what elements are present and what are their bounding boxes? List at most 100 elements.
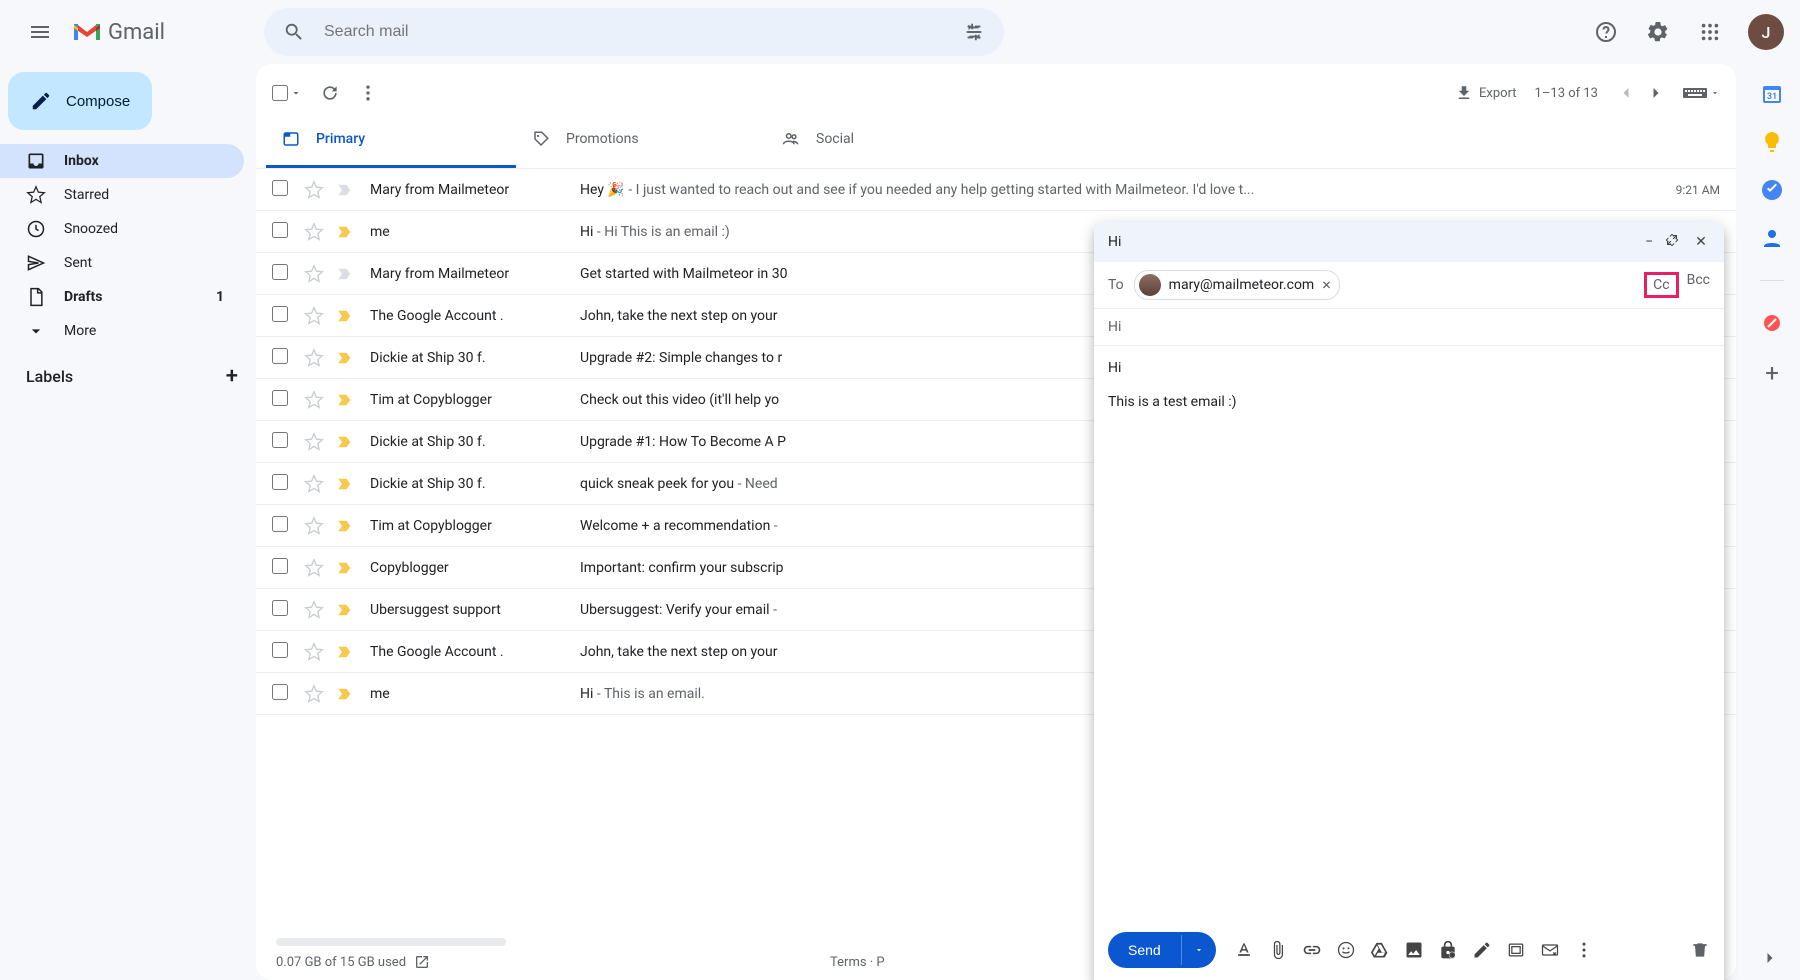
importance-icon[interactable]: [336, 685, 356, 703]
recipient-chip[interactable]: mary@mailmeteor.com ×: [1134, 270, 1340, 300]
input-tools-button[interactable]: [1682, 85, 1720, 101]
mailmeteor-icon[interactable]: [1760, 311, 1784, 335]
keep-icon[interactable]: [1760, 130, 1784, 154]
importance-icon[interactable]: [336, 559, 356, 577]
horizontal-scrollbar[interactable]: [276, 938, 506, 946]
importance-icon[interactable]: [336, 391, 356, 409]
tab-primary[interactable]: Primary: [266, 112, 516, 168]
emoji-icon[interactable]: [1330, 934, 1362, 966]
star-icon[interactable]: [304, 600, 324, 620]
next-page-button[interactable]: [1646, 83, 1666, 103]
discard-draft-icon[interactable]: [1690, 940, 1710, 960]
star-icon[interactable]: [304, 180, 324, 200]
star-icon[interactable]: [304, 558, 324, 578]
cc-button[interactable]: Cc: [1644, 272, 1678, 298]
star-icon[interactable]: [304, 222, 324, 242]
importance-icon[interactable]: [336, 433, 356, 451]
compose-header[interactable]: Hi − ✕: [1094, 222, 1724, 262]
importance-icon[interactable]: [336, 307, 356, 325]
compose-body[interactable]: Hi This is a test email :): [1094, 346, 1724, 920]
row-checkbox[interactable]: [272, 222, 292, 242]
compose-subject[interactable]: Hi: [1094, 309, 1724, 346]
star-icon[interactable]: [304, 306, 324, 326]
importance-icon[interactable]: [336, 223, 356, 241]
select-all[interactable]: [272, 85, 302, 101]
expand-panel-icon[interactable]: [1760, 948, 1780, 968]
footer-links[interactable]: Terms · P: [830, 955, 885, 970]
star-icon[interactable]: [304, 432, 324, 452]
row-checkbox[interactable]: [272, 432, 292, 452]
select-all-checkbox[interactable]: [272, 85, 288, 101]
minimize-icon[interactable]: −: [1640, 234, 1658, 250]
settings-icon[interactable]: [1636, 10, 1680, 54]
tab-social[interactable]: Social: [766, 112, 1016, 168]
star-icon[interactable]: [304, 390, 324, 410]
importance-icon[interactable]: [336, 601, 356, 619]
remove-recipient-icon[interactable]: ×: [1322, 277, 1331, 293]
importance-icon[interactable]: [336, 349, 356, 367]
main-menu-button[interactable]: [16, 8, 64, 56]
send-button[interactable]: Send: [1108, 932, 1181, 968]
star-icon[interactable]: [304, 684, 324, 704]
mailmeteor-compose-icon[interactable]: [1534, 934, 1566, 966]
compose-to-row[interactable]: To mary@mailmeteor.com × Cc Bcc: [1094, 262, 1724, 309]
fullscreen-icon[interactable]: [1666, 234, 1684, 250]
row-checkbox[interactable]: [272, 600, 292, 620]
row-checkbox[interactable]: [272, 642, 292, 662]
email-row[interactable]: Mary from Mailmeteor Hey 🎉 - I just want…: [256, 169, 1736, 211]
gmail-logo[interactable]: Gmail: [72, 20, 165, 45]
row-checkbox[interactable]: [272, 180, 292, 200]
row-checkbox[interactable]: [272, 390, 292, 410]
search-bar[interactable]: [264, 8, 1004, 56]
more-actions-button[interactable]: [358, 83, 378, 103]
search-options-icon[interactable]: [952, 10, 996, 54]
row-checkbox[interactable]: [272, 684, 292, 704]
caret-down-icon[interactable]: [290, 87, 302, 99]
star-icon[interactable]: [304, 516, 324, 536]
compose-button[interactable]: Compose: [8, 72, 152, 130]
more-compose-icon[interactable]: [1568, 934, 1600, 966]
sidebar-item-sent[interactable]: Sent: [0, 246, 244, 280]
row-checkbox[interactable]: [272, 306, 292, 326]
star-icon[interactable]: [304, 348, 324, 368]
importance-icon[interactable]: [336, 643, 356, 661]
storage-link-icon[interactable]: [414, 954, 430, 970]
send-options-button[interactable]: [1181, 935, 1216, 965]
apps-icon[interactable]: [1688, 10, 1732, 54]
add-label-button[interactable]: +: [226, 364, 238, 389]
star-icon[interactable]: [304, 642, 324, 662]
bcc-button[interactable]: Bcc: [1687, 272, 1710, 298]
row-checkbox[interactable]: [272, 516, 292, 536]
attach-icon[interactable]: [1262, 934, 1294, 966]
account-avatar[interactable]: J: [1748, 14, 1784, 50]
star-icon[interactable]: [304, 264, 324, 284]
sidebar-item-snoozed[interactable]: Snoozed: [0, 212, 244, 246]
add-addon-icon[interactable]: +: [1760, 359, 1784, 383]
export-button[interactable]: Export: [1455, 84, 1517, 102]
image-icon[interactable]: [1398, 934, 1430, 966]
confidential-icon[interactable]: [1432, 934, 1464, 966]
sidebar-item-more[interactable]: More: [0, 314, 244, 348]
prev-page-button[interactable]: [1616, 83, 1636, 103]
formatting-icon[interactable]: [1228, 934, 1260, 966]
importance-icon[interactable]: [336, 475, 356, 493]
link-icon[interactable]: [1296, 934, 1328, 966]
sidebar-item-drafts[interactable]: Drafts1: [0, 280, 244, 314]
close-icon[interactable]: ✕: [1692, 234, 1710, 250]
signature-icon[interactable]: [1466, 934, 1498, 966]
row-checkbox[interactable]: [272, 264, 292, 284]
tasks-icon[interactable]: [1760, 178, 1784, 202]
refresh-button[interactable]: [320, 83, 340, 103]
search-input[interactable]: [316, 23, 952, 41]
search-icon[interactable]: [272, 10, 316, 54]
calendar-icon[interactable]: 31: [1760, 82, 1784, 106]
drive-icon[interactable]: [1364, 934, 1396, 966]
star-icon[interactable]: [304, 474, 324, 494]
row-checkbox[interactable]: [272, 348, 292, 368]
importance-icon[interactable]: [336, 265, 356, 283]
row-checkbox[interactable]: [272, 558, 292, 578]
contacts-icon[interactable]: [1760, 226, 1784, 250]
sidebar-item-starred[interactable]: Starred: [0, 178, 244, 212]
support-icon[interactable]: [1584, 10, 1628, 54]
sidebar-item-inbox[interactable]: Inbox: [0, 144, 244, 178]
